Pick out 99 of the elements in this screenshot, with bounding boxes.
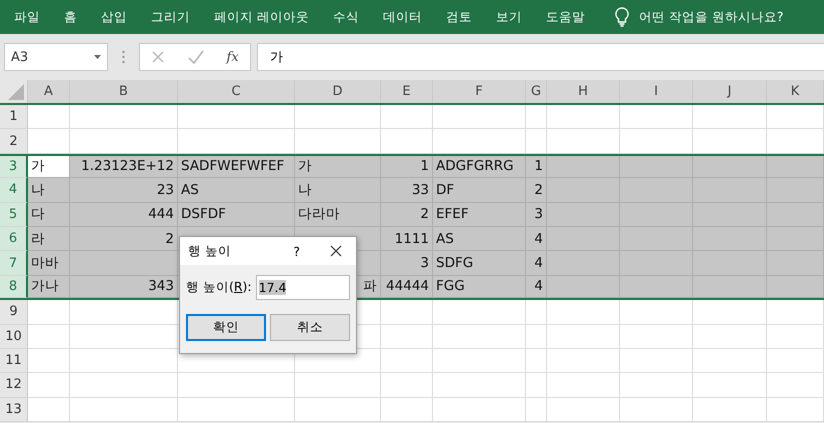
column-header[interactable]: K bbox=[767, 80, 824, 103]
row-header[interactable]: 4 bbox=[0, 178, 28, 203]
row-header[interactable]: 11 bbox=[0, 348, 28, 374]
table-cell: SDFG bbox=[433, 251, 526, 276]
row-header[interactable]: 13 bbox=[0, 398, 28, 422]
column-header[interactable]: J bbox=[693, 80, 767, 103]
empty-cell bbox=[381, 348, 433, 374]
table-cell: 1 bbox=[526, 156, 547, 178]
ribbon-tab[interactable]: 보기 bbox=[496, 8, 522, 26]
row-header[interactable]: 3 bbox=[0, 156, 28, 178]
empty-cell bbox=[767, 348, 824, 374]
empty-cell bbox=[767, 324, 824, 349]
table-cell: SADFWEFWFEF bbox=[178, 156, 295, 178]
column-header[interactable]: D bbox=[295, 80, 381, 103]
table-cell: AS bbox=[178, 178, 295, 203]
column-header[interactable]: A bbox=[28, 80, 70, 103]
formula-input[interactable]: 가 bbox=[257, 43, 824, 71]
empty-cell bbox=[767, 373, 824, 398]
empty-cell bbox=[526, 324, 547, 349]
table-cell: 2 bbox=[381, 202, 433, 227]
table-cell: 4 bbox=[526, 251, 547, 276]
table-cell: 4 bbox=[526, 226, 547, 252]
dialog-button[interactable]: 취소 bbox=[270, 314, 350, 341]
table-cell: 가 bbox=[295, 156, 381, 178]
table-cell: 나 bbox=[295, 178, 381, 203]
row-header[interactable]: 1 bbox=[0, 105, 28, 130]
ribbon-tab[interactable]: 파일 bbox=[14, 8, 40, 26]
ribbon-tab[interactable]: 데이터 bbox=[382, 8, 422, 26]
empty-cell bbox=[381, 324, 433, 349]
caret-icon bbox=[94, 55, 101, 59]
table-cell: 2 bbox=[526, 178, 547, 203]
dialog-title: 행 높이 bbox=[188, 242, 232, 260]
help-button[interactable]: ? bbox=[293, 244, 300, 258]
table-cell: FGG bbox=[433, 276, 526, 298]
table-cell: 가나 bbox=[28, 276, 70, 298]
close-icon[interactable] bbox=[330, 245, 342, 257]
empty-cell bbox=[381, 300, 433, 325]
name-box[interactable]: A3 bbox=[4, 43, 108, 71]
ribbon-tab[interactable]: 페이지 레이아웃 bbox=[214, 8, 309, 26]
column-header[interactable]: G bbox=[526, 80, 547, 103]
ribbon-tab[interactable]: 삽입 bbox=[101, 8, 127, 26]
tell-me-search[interactable]: 어떤 작업을 원하시나요? bbox=[638, 8, 784, 26]
table-cell: 1.23123E+12 bbox=[70, 156, 178, 178]
row-header[interactable]: 9 bbox=[0, 300, 28, 325]
row-header[interactable]: 8 bbox=[0, 276, 28, 298]
empty-cell bbox=[526, 348, 547, 374]
row-header[interactable]: 6 bbox=[0, 226, 28, 252]
table-cell: 2 bbox=[70, 226, 178, 252]
row-header[interactable]: 12 bbox=[0, 373, 28, 398]
input-field[interactable]: 17.4 bbox=[256, 275, 350, 300]
table-cell: EFEF bbox=[433, 202, 526, 227]
lightbulb-icon bbox=[614, 7, 629, 27]
empty-cell bbox=[381, 373, 433, 398]
empty-cell bbox=[381, 129, 433, 154]
field-label: 행 높이(R): bbox=[186, 279, 252, 296]
ribbon-tab[interactable]: 도움말 bbox=[546, 8, 585, 26]
table-cell: AS bbox=[433, 226, 526, 252]
dialog-button[interactable]: 확인 bbox=[186, 314, 266, 341]
table-cell: 33 bbox=[381, 178, 433, 203]
table-cell: 3 bbox=[526, 202, 547, 227]
row-header[interactable]: 2 bbox=[0, 129, 28, 154]
table-cell: 1111 bbox=[381, 226, 433, 252]
table-cell: 444 bbox=[70, 202, 178, 227]
empty-cell bbox=[767, 129, 824, 154]
column-header[interactable]: E bbox=[381, 80, 433, 103]
row-header[interactable]: 5 bbox=[0, 202, 28, 227]
table-cell: 가 bbox=[28, 156, 70, 178]
column-header[interactable]: C bbox=[178, 80, 295, 103]
ribbon-tab[interactable]: 홈 bbox=[64, 8, 77, 26]
empty-cell bbox=[526, 373, 547, 398]
table-cell: 나 bbox=[28, 178, 70, 203]
ribbon-tab[interactable]: 수식 bbox=[332, 8, 359, 26]
table-cell: 1 bbox=[381, 156, 433, 178]
ribbon-tab[interactable]: 그리기 bbox=[151, 8, 190, 26]
checkmark-icon[interactable] bbox=[188, 50, 204, 64]
table-cell: DSFDF bbox=[178, 202, 295, 227]
row-header[interactable]: 10 bbox=[0, 324, 28, 349]
column-header[interactable]: I bbox=[620, 80, 693, 103]
table-cell: 라 bbox=[28, 226, 70, 252]
table-cell: 다 bbox=[28, 202, 70, 227]
insert-function-button[interactable]: fx bbox=[226, 50, 239, 64]
table-cell: ADGFGRRG bbox=[433, 156, 526, 178]
table-cell: 343 bbox=[70, 276, 178, 298]
table-cell: 44444 bbox=[381, 276, 433, 298]
cancel-icon[interactable] bbox=[151, 50, 166, 64]
column-header[interactable]: B bbox=[70, 80, 178, 103]
grip-icon bbox=[122, 50, 125, 64]
column-header[interactable]: F bbox=[433, 80, 526, 103]
table-cell: DF bbox=[433, 178, 526, 203]
table-cell: 마바 bbox=[28, 251, 70, 276]
select-all-icon[interactable] bbox=[8, 84, 24, 100]
row-header[interactable]: 7 bbox=[0, 251, 28, 276]
empty-cell bbox=[767, 300, 824, 325]
table-cell: 4 bbox=[526, 276, 547, 298]
table-cell: 3 bbox=[381, 251, 433, 276]
table-cell: 다라마 bbox=[295, 202, 381, 227]
ribbon-tab[interactable]: 검토 bbox=[446, 8, 472, 26]
table-cell: 23 bbox=[70, 178, 178, 203]
column-header[interactable]: H bbox=[547, 80, 620, 103]
